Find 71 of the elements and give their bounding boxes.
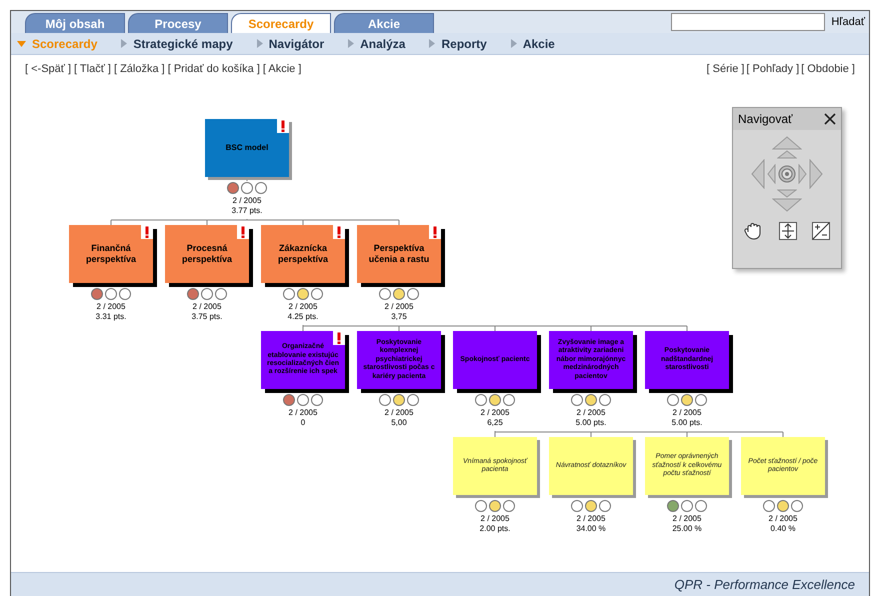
caret-icon (348, 39, 354, 48)
submenu-item[interactable]: Reporty (429, 34, 487, 52)
submenu-item[interactable]: Navigátor (256, 34, 324, 52)
node-box[interactable]: Zákaznícka perspektíva (261, 225, 345, 283)
caret-icon (256, 39, 263, 48)
pan-left-icon[interactable] (751, 159, 765, 189)
value-text: 4.25 pts. (288, 312, 318, 322)
period-text: 2 / 2005 (672, 514, 702, 524)
action-link[interactable]: [ <-Späť ] (25, 60, 72, 78)
fit-view-icon[interactable] (778, 222, 797, 240)
value-text: 0.40 % (770, 524, 796, 534)
period-text: 2 / 2005 (576, 514, 606, 524)
pan-right-icon[interactable] (809, 159, 823, 189)
search-field[interactable] (671, 13, 826, 31)
search-button[interactable]: Hľadať (831, 14, 865, 30)
panel-title: Navigovať (738, 111, 793, 128)
close-icon[interactable] (824, 113, 836, 125)
caret-icon (17, 40, 26, 46)
node-label: Zákaznícka perspektíva (276, 243, 330, 265)
action-link[interactable]: [ Série ] (706, 60, 744, 78)
node-label: BSC model (226, 143, 268, 153)
submenu-item[interactable]: Akcie (510, 34, 555, 52)
value-text: 5,00 (391, 418, 407, 428)
period-text: 2 / 2005 (288, 408, 318, 418)
period-text: 2 / 2005 (192, 302, 222, 312)
value-text: 3.31 pts. (96, 312, 126, 322)
period-text: 2 / 2005 (576, 408, 606, 418)
submenu-item[interactable]: Analýza (348, 34, 406, 52)
value-text: 25.00 % (672, 524, 702, 534)
zoom-icon[interactable] (812, 222, 830, 240)
value-text: 3,75 (391, 312, 407, 322)
period-text: 2 / 2005 (480, 514, 510, 524)
action-link[interactable]: [ Akcie ] (262, 60, 302, 78)
step-right-icon[interactable] (798, 164, 807, 184)
period-text: 2 / 2005 (384, 302, 414, 312)
period-text: 2 / 2005 (768, 514, 798, 524)
node-box[interactable]: Procesná perspektíva (165, 225, 249, 283)
period-text: 2 / 2005 (480, 408, 510, 418)
period-text: 2 / 2005 (96, 302, 126, 312)
submenu-item[interactable]: Strategické mapy (121, 34, 233, 52)
action-link[interactable]: [ Tlačť ] (74, 60, 111, 78)
node-label: Finančná perspektíva (84, 243, 138, 265)
period-text: 2 / 2005 (288, 302, 318, 312)
action-link[interactable]: [ Pohľady ] (746, 60, 800, 78)
action-link[interactable]: [ Pridať do košíka ] (168, 60, 260, 78)
caret-icon (429, 39, 436, 48)
action-link[interactable]: [ Obdobie ] (801, 60, 855, 78)
value-text: 3.75 pts. (192, 312, 222, 322)
node-box[interactable]: Finančná perspektíva (69, 225, 153, 283)
value-text: 5.00 pts. (672, 418, 702, 428)
node-box[interactable]: Perspektíva učenia a rastu (357, 225, 441, 283)
node-box[interactable]: BSC model (205, 119, 289, 177)
caret-icon (121, 39, 128, 48)
value-text: 0 (300, 418, 306, 428)
footer-brand: QPR - Performance Excellence (674, 576, 855, 594)
node-label: Perspektíva učenia a rastu (368, 243, 430, 265)
period-text: 2 / 2005 (232, 196, 262, 206)
step-down-icon[interactable] (777, 189, 797, 198)
period-text: 2 / 2005 (384, 408, 414, 418)
period-text: 2 / 2005 (672, 408, 702, 418)
center-icon[interactable] (778, 165, 796, 183)
action-link[interactable]: [ Záložka ] (114, 60, 165, 78)
value-text: 5.00 pts. (576, 418, 606, 428)
node-label: Procesná perspektíva (180, 243, 234, 265)
value-text: 6,25 (487, 418, 503, 428)
value-text: 2.00 pts. (480, 524, 510, 534)
value-text: 34.00 % (576, 524, 606, 534)
step-up-icon[interactable] (777, 150, 797, 159)
caret-icon (510, 39, 517, 48)
value-text: 3.77 pts. (232, 206, 262, 216)
step-left-icon[interactable] (767, 164, 776, 184)
